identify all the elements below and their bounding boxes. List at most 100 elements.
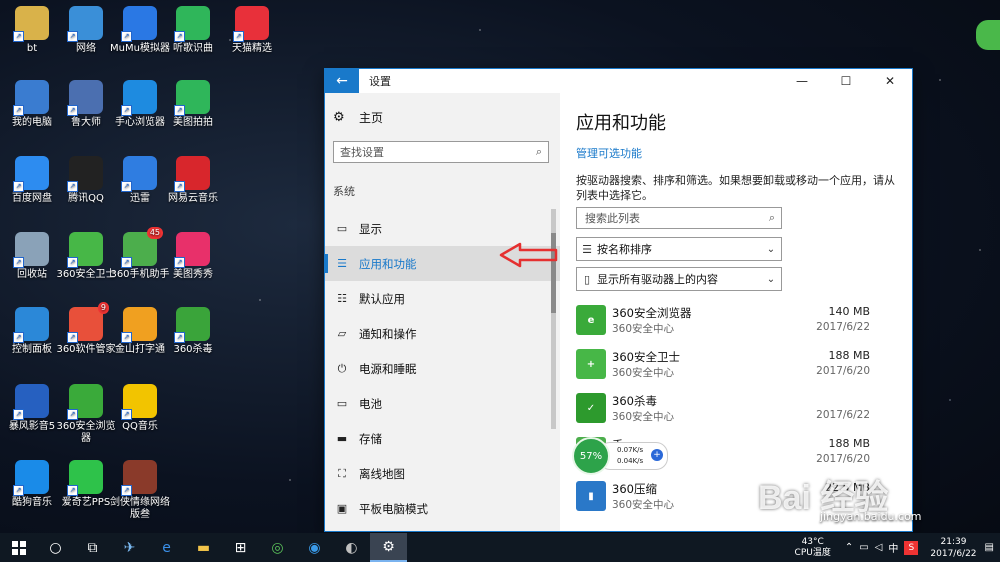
maximize-button[interactable]: ☐ — [824, 69, 868, 93]
sidebar-item[interactable]: ⛶ 离线地图 — [325, 456, 560, 491]
minimize-button[interactable]: — — [780, 69, 824, 93]
app-icon: ↗ — [13, 80, 49, 116]
cpu-temp-label: CPU温度 — [794, 547, 831, 558]
notification-center-icon[interactable]: ▤ — [985, 542, 994, 553]
sogou-ime-icon[interactable]: S — [904, 540, 919, 555]
desktop-icon-label: 美图秀秀 — [173, 269, 213, 280]
desktop-icon[interactable]: ↗ 回收站 — [2, 232, 62, 281]
display-icon: ▭ — [336, 222, 348, 235]
chevron-down-icon: ⌄ — [766, 243, 776, 255]
cpu-temperature[interactable]: 43°C CPU温度 — [795, 537, 831, 559]
xunlei-taskbar-icon[interactable]: ✈ — [111, 533, 148, 562]
app-publisher: 360安全中心 — [612, 323, 675, 335]
desktop-icon[interactable]: ↗ 美图秀秀 — [163, 232, 223, 281]
sidebar-item[interactable]: ▬ 存储 — [325, 421, 560, 456]
desktop-icon[interactable]: ↗ 鲁大师 — [56, 80, 116, 129]
desktop-icon[interactable]: ↗ 网易云音乐 — [163, 156, 223, 205]
sidebar-item-label: 离线地图 — [359, 466, 405, 481]
sidebar-item[interactable]: ☷ 默认应用 — [325, 281, 560, 316]
start-button[interactable] — [0, 533, 37, 562]
app-icon: ↗ — [121, 307, 157, 343]
desktop-icon-label: 酷狗音乐 — [12, 497, 52, 508]
app-list-item[interactable]: e 360安全浏览器 360安全中心 140 MB 2017/6/22 — [576, 301, 886, 345]
desktop-icon[interactable]: ↗ bt — [2, 6, 62, 55]
app-size: 188 MB — [828, 349, 870, 362]
sidebar-item-label: 电池 — [359, 396, 382, 411]
desktop-icon[interactable]: ↗ 酷狗音乐 — [2, 460, 62, 509]
cpu-temp-value: 43°C — [801, 536, 824, 547]
app-list-item[interactable]: +360安全卫士 360安全中心 188 MB 2017/6/20 — [576, 345, 886, 389]
desktop-icon[interactable]: ↗ 45 360手机助手 — [110, 227, 170, 281]
drive-filter-label: 显示所有驱动器上的内容 — [597, 273, 718, 286]
desktop-icon[interactable]: ↗ 剑侠情缘网络版叁 — [110, 460, 170, 521]
battery-icon: ▭ — [336, 397, 348, 410]
desktop-icon[interactable]: ↗ 网络 — [56, 6, 116, 55]
task-view-icon[interactable]: ⧉ — [74, 533, 111, 562]
app-icon: ↗ — [174, 156, 210, 192]
home-nav-item[interactable]: ⚙ 主页 — [333, 109, 383, 126]
desktop-icon[interactable]: ↗ 控制面板 — [2, 307, 62, 356]
manage-optional-features-link[interactable]: 管理可选功能 — [576, 145, 642, 161]
boost-plus-icon[interactable]: + — [651, 449, 663, 461]
memory-ball[interactable]: 57% — [572, 437, 610, 475]
desktop-icon[interactable]: ↗ 手心浏览器 — [110, 80, 170, 129]
drive-filter-dropdown[interactable]: ▯ 显示所有驱动器上的内容 ⌄ — [576, 267, 782, 291]
desktop-icon[interactable]: ↗ 360安全卫士 — [56, 232, 116, 281]
desktop-icon[interactable]: ↗ MuMu模拟器 — [110, 6, 170, 55]
desktop-icon-label: 百度网盘 — [12, 193, 52, 204]
clock-time: 21:39 — [940, 536, 967, 547]
drive-icon: ▯ — [583, 272, 591, 286]
360-browser-taskbar-icon[interactable]: ◎ — [259, 533, 296, 562]
settings-taskbar-icon[interactable]: ⚙ — [370, 533, 407, 562]
clock[interactable]: 21:39 2017/6/22 — [930, 536, 976, 560]
store-icon[interactable]: ⊞ — [222, 533, 259, 562]
back-button[interactable]: ← — [325, 69, 359, 93]
desktop-icon[interactable]: ↗ 我的电脑 — [2, 80, 62, 129]
app-install-date: 2017/6/20 — [816, 453, 870, 465]
edge-browser-icon[interactable]: e — [148, 533, 185, 562]
shortcut-arrow-icon: ↗ — [67, 332, 78, 343]
desktop-icon[interactable]: ↗ 迅雷 — [110, 156, 170, 205]
settings-search-input[interactable]: 查找设置 ⌕ — [333, 141, 549, 163]
desktop-icon[interactable]: ↗ 360杀毒 — [163, 307, 223, 356]
app-list-search-input[interactable]: 搜索此列表 ⌕ — [576, 207, 782, 229]
desktop-icon[interactable]: ↗ 爱奇艺PPS — [56, 460, 116, 509]
mumu-taskbar-icon[interactable]: ◉ — [296, 533, 333, 562]
app-icon: ↗ — [67, 80, 103, 116]
app-icon: ↗ — [67, 156, 103, 192]
app-taskbar-icon[interactable]: ◐ — [333, 533, 370, 562]
desktop-icon-label: QQ音乐 — [122, 421, 158, 432]
app-icon: ↗ — [174, 232, 210, 268]
sidebar-item[interactable]: ⏻ 电源和睡眠 — [325, 351, 560, 386]
close-button[interactable]: ✕ — [868, 69, 912, 93]
sidebar-item[interactable]: ▱ 通知和操作 — [325, 316, 560, 351]
volume-icon[interactable]: ◁ — [875, 542, 883, 553]
desktop-icon[interactable]: ↗ 天猫精选 — [222, 6, 282, 55]
app-icon: ↗ — [67, 460, 103, 496]
app-icon: ↗ — [13, 384, 49, 420]
desktop-icon[interactable]: ↗ 金山打字通 — [110, 307, 170, 356]
desktop-icon-label: 天猫精选 — [232, 43, 272, 54]
network-icon[interactable]: ▭ — [859, 542, 868, 553]
sidebar-item[interactable]: ▭ 电池 — [325, 386, 560, 421]
desktop-icon[interactable]: ↗ 腾讯QQ — [56, 156, 116, 205]
chevron-up-icon[interactable]: ⌃ — [845, 542, 853, 553]
ime-indicator[interactable]: 中 — [888, 540, 898, 555]
speed-float-widget[interactable]: 0.07K/s 0.04K/s + 57% — [572, 437, 668, 475]
desktop-icon[interactable]: ↗ 360安全浏览器 — [56, 384, 116, 445]
desktop-icon[interactable]: ↗ 9 360软件管家 — [56, 302, 116, 356]
desktop-icon[interactable]: ↗ 暴风影音5 — [2, 384, 62, 433]
app-list-item[interactable]: ✓ 360杀毒 360安全中心 2017/6/22 — [576, 389, 886, 433]
desktop-icon[interactable]: ↗ 听歌识曲 — [163, 6, 223, 55]
cortana-search-icon[interactable]: ○ — [37, 533, 74, 562]
notification-icon: ▱ — [337, 327, 347, 340]
desktop-icon-label: 网易云音乐 — [168, 193, 218, 204]
file-explorer-icon[interactable]: ▬ — [185, 533, 222, 562]
sidebar-item[interactable]: ▣ 平板电脑模式 — [325, 491, 560, 526]
desktop-icon-label: 360安全卫士 — [56, 269, 116, 280]
desktop-icon[interactable]: ↗ 美图拍拍 — [163, 80, 223, 129]
frog-widget-icon[interactable] — [976, 20, 1000, 50]
desktop-icon[interactable]: ↗ 百度网盘 — [2, 156, 62, 205]
desktop-icon[interactable]: ↗ QQ音乐 — [110, 384, 170, 433]
sort-dropdown[interactable]: ☰ 按名称排序 ⌄ — [576, 237, 782, 261]
